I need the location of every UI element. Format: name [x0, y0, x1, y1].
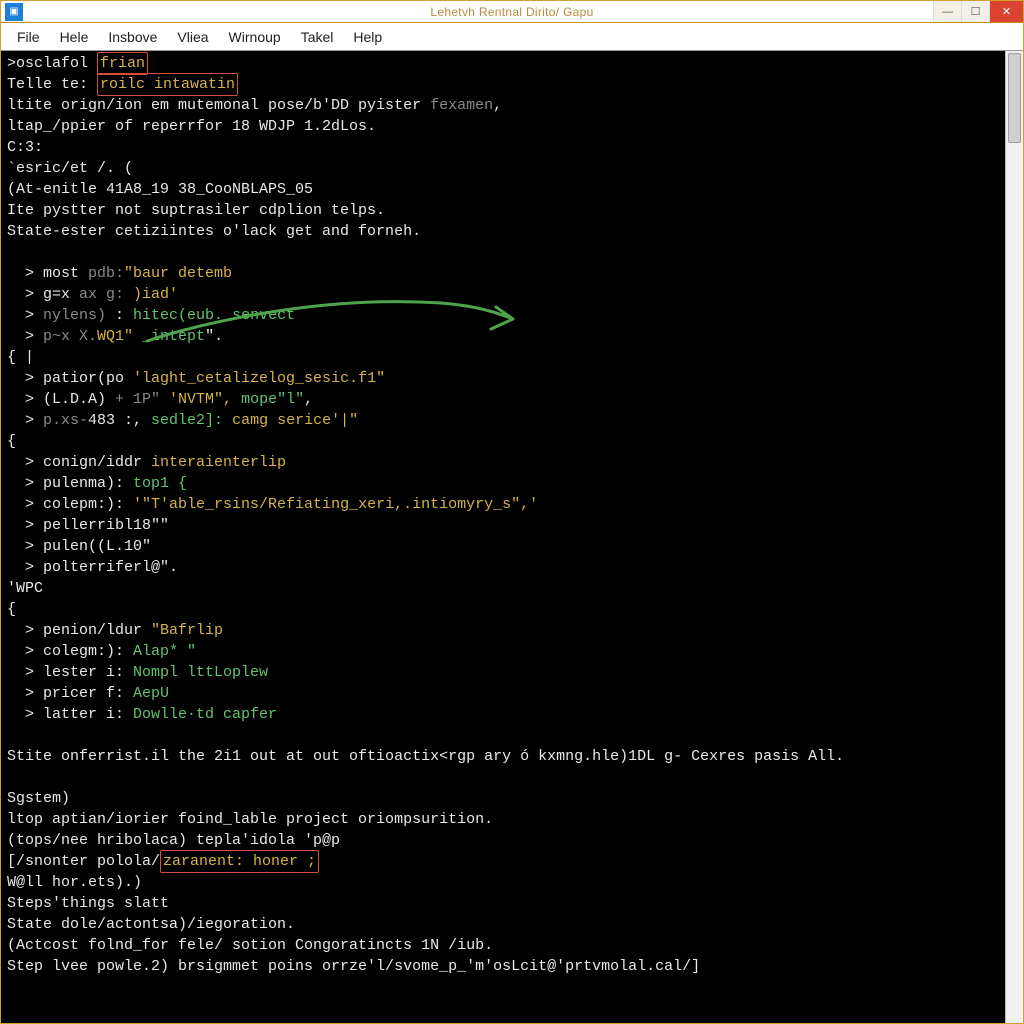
t-line: > lester i: [7, 664, 133, 681]
window-title: Lehetvh Rentnal Dirito/ Gapu [430, 5, 593, 19]
t-line: > conign/iddr [7, 454, 151, 471]
t-line: , [493, 97, 502, 114]
t-line: ltap_/ppier of reperrfor 18 WDJP 1.2dLos… [7, 118, 376, 135]
t-line: State dole/actontsa)/iegoration. [7, 916, 295, 933]
t-line: C:3: [7, 139, 43, 156]
t-line: Step lvee powle.2) brsigmmet poins orrze… [7, 958, 700, 975]
t-token: 'NVTM", [160, 391, 241, 408]
terminal-area: >osclafol frian Telle te: roilc intawati… [1, 51, 1023, 1023]
t-line: >osclafol [7, 55, 97, 72]
t-token: interaienterlip [151, 454, 286, 471]
t-line: ". [205, 328, 223, 345]
t-token: Nompl lttLoplew [133, 664, 268, 681]
t-token: )iad' [124, 286, 178, 303]
t-line: Sgstem) [7, 790, 70, 807]
t-token: Alap* " [133, 643, 196, 660]
t-token: '"T'able_rsins/Refiating_xeri,.intiomyry… [133, 496, 538, 513]
app-window: ▣ Lehetvh Rentnal Dirito/ Gapu — ☐ ✕ Fil… [0, 0, 1024, 1024]
t-token: sedle2]: [151, 412, 232, 429]
minimize-button[interactable]: — [933, 1, 961, 22]
maximize-button[interactable]: ☐ [961, 1, 989, 22]
close-button[interactable]: ✕ [989, 1, 1023, 22]
t-line: > g=x [7, 286, 79, 303]
terminal-output[interactable]: >osclafol frian Telle te: roilc intawati… [1, 51, 1005, 1023]
t-token: _intept [142, 328, 205, 345]
t-line: (tops/nee hribolaca) tepla'idola 'p@p [7, 832, 340, 849]
t-line: > [7, 412, 43, 429]
t-line: > pellerribl18"" [7, 517, 169, 534]
t-token: fexamen [430, 97, 493, 114]
t-line: > pricer f: [7, 685, 133, 702]
t-line: > latter i: [7, 706, 133, 723]
t-line: > [7, 307, 43, 324]
menubar: File Hele Insbove Vliea Wirnoup Takel He… [1, 23, 1023, 51]
t-token: "baur detemb [124, 265, 232, 282]
t-token: top1 { [133, 475, 187, 492]
t-token: hitec(eub._senvect [133, 307, 295, 324]
t-line: Steps'things slatt [7, 895, 169, 912]
t-token: WQ1" [97, 328, 142, 345]
t-line: State-ester cetiziintes o'lack get and f… [7, 223, 421, 240]
menu-help[interactable]: Help [343, 26, 392, 48]
t-line: : [115, 307, 133, 324]
t-line: { | [7, 349, 34, 366]
t-token: frian [100, 55, 145, 72]
t-line: Ite pystter not suptrasiler cdplion telp… [7, 202, 385, 219]
t-line: > polterriferl@". [7, 559, 178, 576]
menu-vliea[interactable]: Vliea [167, 26, 218, 48]
t-line: 483 :, [88, 412, 151, 429]
t-token: mope"l" [241, 391, 304, 408]
menu-takel[interactable]: Takel [291, 26, 344, 48]
t-line: [/snonter polola/ [7, 853, 160, 870]
t-line: 'WPC [7, 580, 43, 597]
t-token: AepU [133, 685, 169, 702]
t-token: ax g: [79, 286, 124, 303]
t-line: > pulenma): [7, 475, 133, 492]
window-controls: — ☐ ✕ [933, 1, 1023, 22]
t-token: "Bafrlip [151, 622, 223, 639]
t-token: p~x X. [43, 328, 97, 345]
t-line: > pulen((L.10" [7, 538, 151, 555]
t-token: roilc intawatin [100, 76, 235, 93]
t-line: (At-enitle 41A8_19 38_CooNBLAPS_05 [7, 181, 313, 198]
app-icon: ▣ [5, 3, 23, 21]
t-line: (Actcost folnd_for fele/ sotion Congorat… [7, 937, 493, 954]
t-line: > colegm:): [7, 643, 133, 660]
t-line: ltop aptian/iorier foind_lable project o… [7, 811, 493, 828]
menu-insbove[interactable]: Insbove [98, 26, 167, 48]
t-line: Stite onferrist.il the 2i1 out at out of… [7, 748, 844, 765]
t-line: > penion/ldur [7, 622, 151, 639]
t-token: camg serice'|" [232, 412, 358, 429]
t-token: nylens) [43, 307, 115, 324]
t-line: ltite orign/ion em mutemonal pose/b'DD p… [7, 97, 430, 114]
t-token: Dowlle·td capfer [133, 706, 277, 723]
t-line: > colepm:): [7, 496, 133, 513]
t-line: > most [7, 265, 88, 282]
t-token: p.xs- [43, 412, 88, 429]
menu-file[interactable]: File [7, 26, 50, 48]
t-line: Telle te: [7, 76, 97, 93]
scrollbar-thumb[interactable] [1008, 53, 1021, 143]
t-line: > patior(po [7, 370, 133, 387]
t-line: , [304, 391, 313, 408]
t-line: W@ll hor.ets).) [7, 874, 142, 891]
t-line: { [7, 601, 16, 618]
t-line: { [7, 433, 16, 450]
t-line: > (L.D.A) [7, 391, 115, 408]
menu-hele[interactable]: Hele [50, 26, 99, 48]
menu-wirnoup[interactable]: Wirnoup [219, 26, 291, 48]
vertical-scrollbar[interactable] [1005, 51, 1023, 1023]
t-token: + 1P" [115, 391, 160, 408]
t-token: 'laght_cetalizelog_sesic.f1" [133, 370, 385, 387]
t-token: zaranent: honer ; [163, 853, 316, 870]
t-token: pdb: [88, 265, 124, 282]
t-line: `esric/et /. ( [7, 160, 133, 177]
titlebar: ▣ Lehetvh Rentnal Dirito/ Gapu — ☐ ✕ [1, 1, 1023, 23]
t-line: > [7, 328, 43, 345]
